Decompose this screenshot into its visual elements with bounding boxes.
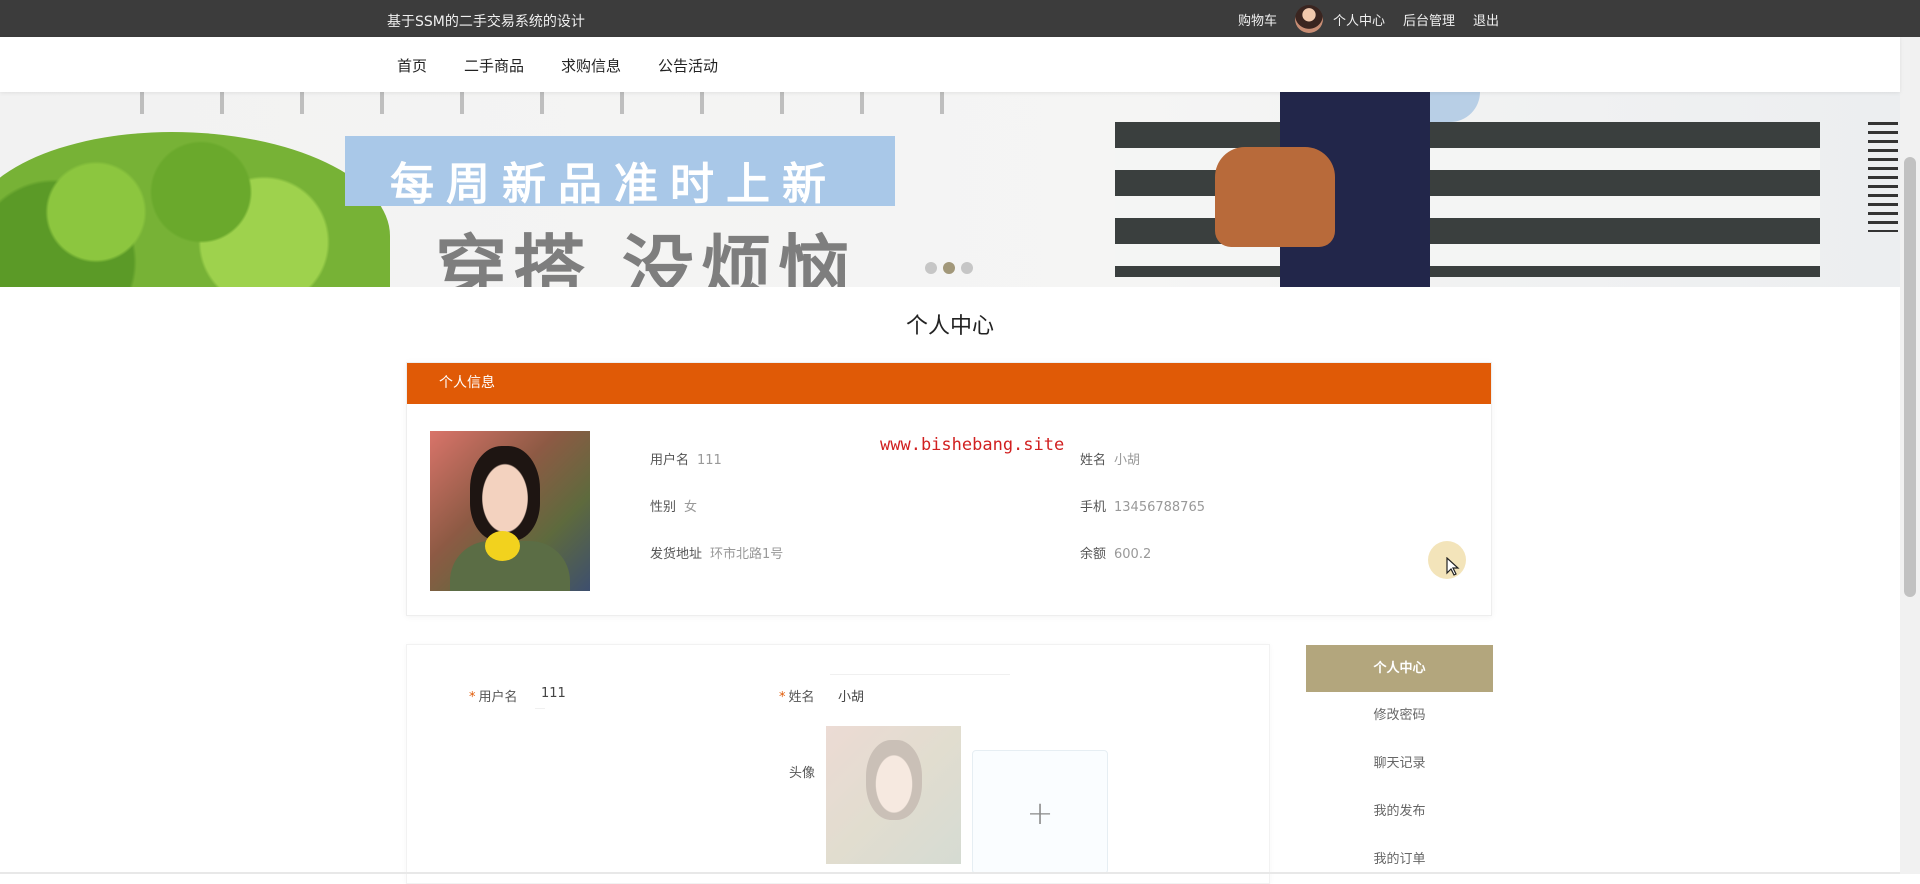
avatar-upload-button[interactable]: + (972, 750, 1108, 874)
logout-link[interactable]: 退出 (1473, 10, 1499, 29)
banner-shrub-image (0, 132, 390, 287)
avatar-preview (826, 726, 961, 864)
banner-doodles (100, 92, 1000, 114)
info-username: 用户名 111 (650, 449, 722, 468)
info-phone-value: 13456788765 (1114, 500, 1205, 515)
banner-carousel[interactable]: 每周新品准时上新 穿搭 没烦恼 (0, 92, 1900, 287)
user-side-menu: 个人中心 修改密码 聊天记录 我的发布 我的订单 (1306, 645, 1493, 884)
scrollbar-thumb[interactable] (1904, 157, 1916, 597)
carousel-dot-1[interactable] (925, 262, 937, 274)
site-title: 基于SSM的二手交易系统的设计 (387, 14, 585, 30)
side-menu-item-profile[interactable]: 个人中心 (1306, 645, 1493, 692)
required-mark: * (779, 690, 786, 705)
admin-link[interactable]: 后台管理 (1403, 10, 1455, 29)
required-mark: * (469, 690, 476, 705)
form-name-topline (830, 674, 1010, 675)
info-username-value: 111 (697, 453, 722, 468)
info-name-value: 小胡 (1114, 453, 1141, 468)
info-address-value: 环市北路1号 (710, 547, 784, 562)
side-menu-item-chat[interactable]: 聊天记录 (1306, 740, 1493, 788)
user-avatar[interactable] (1295, 5, 1324, 33)
nav-item-wanted[interactable]: 求购信息 (561, 55, 621, 76)
banner-slogan: 每周新品准时上新 (390, 159, 838, 210)
form-username-input[interactable]: 111 (541, 686, 566, 701)
page-scrollbar[interactable] (1900, 37, 1920, 874)
info-balance-label: 余额 (1080, 547, 1107, 562)
profile-photo (430, 431, 590, 591)
form-name-input[interactable]: 小胡 (838, 686, 864, 705)
side-menu-item-password[interactable]: 修改密码 (1306, 692, 1493, 740)
info-balance-value: 600.2 (1114, 547, 1152, 562)
banner-slogan-secondary: 穿搭 没烦恼 (435, 227, 857, 287)
card-header: 个人信息 (407, 363, 1491, 404)
mouse-cursor-icon (1446, 557, 1460, 576)
info-phone: 手机 13456788765 (1080, 496, 1205, 515)
user-center-link[interactable]: 个人中心 (1333, 10, 1385, 29)
info-address: 发货地址 环市北路1号 (650, 543, 783, 562)
form-name-label: * 姓名 (779, 690, 815, 705)
info-gender-value: 女 (684, 500, 698, 515)
carousel-dot-2[interactable] (943, 262, 955, 274)
info-gender: 性别女 (650, 496, 697, 515)
carousel-indicators (925, 262, 973, 274)
nav-item-home[interactable]: 首页 (397, 55, 427, 76)
form-username-underline (535, 708, 545, 709)
carousel-dot-3[interactable] (961, 262, 973, 274)
info-username-label: 用户名 (650, 453, 690, 468)
top-links: 购物车 个人中心 后台管理 退出 (1238, 5, 1499, 33)
plus-icon: + (1026, 794, 1054, 832)
watermark-text: www.bishebang.site (880, 435, 1065, 455)
info-name-label: 姓名 (1080, 453, 1107, 468)
side-menu-item-my-orders[interactable]: 我的订单 (1306, 836, 1493, 884)
form-avatar-label: 头像 (789, 766, 816, 781)
top-bar: 基于SSM的二手交易系统的设计 购物车 个人中心 后台管理 退出 (0, 0, 1920, 37)
form-username-label: * 用户名 (469, 690, 518, 705)
page-title: 个人中心 (905, 314, 994, 339)
nav-item-goods[interactable]: 二手商品 (464, 55, 524, 76)
info-phone-label: 手机 (1080, 500, 1107, 515)
cart-link[interactable]: 购物车 (1238, 10, 1277, 29)
main-nav: 首页 二手商品 求购信息 公告活动 (0, 37, 1900, 92)
side-menu-item-my-posts[interactable]: 我的发布 (1306, 788, 1493, 836)
info-name: 姓名 小胡 (1080, 449, 1140, 468)
info-gender-label: 性别 (650, 500, 677, 515)
personal-info-card: 个人信息 (406, 362, 1492, 616)
nav-item-notice[interactable]: 公告活动 (658, 55, 718, 76)
info-address-label: 发货地址 (650, 547, 703, 562)
banner-rack (1868, 122, 1898, 232)
banner-handbag (1215, 147, 1335, 247)
info-balance: 余额 600.2 (1080, 543, 1151, 562)
